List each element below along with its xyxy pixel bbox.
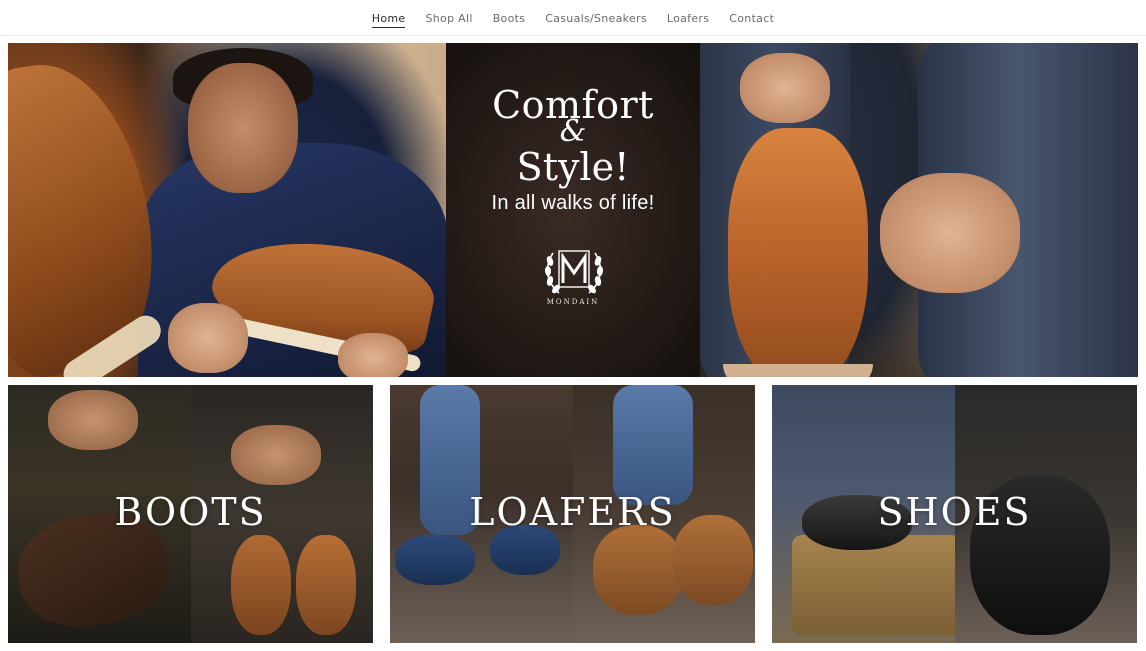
hero-text: Comfort & Style! In all walks of life! M… (446, 43, 700, 377)
leather-sneaker-shape (723, 128, 873, 377)
nav-link-label: Casuals/Sneakers (545, 12, 647, 25)
hand-shape (168, 303, 248, 373)
hero-banner[interactable]: Comfort & Style! In all walks of life! M… (8, 43, 1138, 377)
hero-image-left (8, 43, 446, 377)
nav-link-label: Loafers (666, 12, 710, 25)
nav-link-shop-all[interactable]: Shop All (415, 12, 482, 25)
nav-link-label: Home (371, 12, 406, 28)
nav-link-label: Boots (492, 12, 526, 25)
nav-link-label: Shop All (425, 12, 473, 25)
brand-name: MONDAIN (546, 298, 600, 306)
nav-link-loafers[interactable]: Loafers (657, 12, 719, 25)
hand-shape (230, 425, 321, 485)
boot-shape (295, 535, 356, 635)
category-card-loafers[interactable]: LOAFERS (390, 385, 755, 643)
hero-image-right (700, 43, 1138, 377)
nav-link-boots[interactable]: Boots (483, 12, 536, 25)
boot-shape (230, 535, 291, 635)
mondain-laurel-m-logo-icon (544, 250, 604, 294)
category-label: SHOES (877, 490, 1032, 534)
nav-link-home[interactable]: Home (362, 12, 416, 28)
category-label: LOAFERS (469, 490, 676, 534)
hero-title-ampersand: & (559, 114, 587, 149)
hand-shape (880, 173, 1020, 293)
chair-seat-shape (792, 535, 962, 635)
sneaker-closeup-shape (8, 52, 169, 377)
loafer-shape (592, 525, 683, 615)
jeans-leg-shape (612, 385, 693, 505)
category-label: BOOTS (114, 490, 267, 534)
hero-title-line2: Style! (516, 145, 630, 189)
nav-link-casuals-sneakers[interactable]: Casuals/Sneakers (535, 12, 657, 25)
hand-shape (48, 390, 138, 450)
face-shape (188, 63, 298, 193)
hand-shape (338, 333, 408, 377)
category-card-shoes[interactable]: SHOES (772, 385, 1137, 643)
loafer-shape (395, 535, 475, 585)
nav-link-contact[interactable]: Contact (719, 12, 784, 25)
nav-link-label: Contact (729, 12, 775, 25)
hero-subtitle: In all walks of life! (491, 192, 655, 214)
top-navigation: Home Shop All Boots Casuals/Sneakers Loa… (0, 0, 1146, 36)
hand-shape (740, 53, 830, 123)
category-card-boots[interactable]: BOOTS (8, 385, 373, 643)
